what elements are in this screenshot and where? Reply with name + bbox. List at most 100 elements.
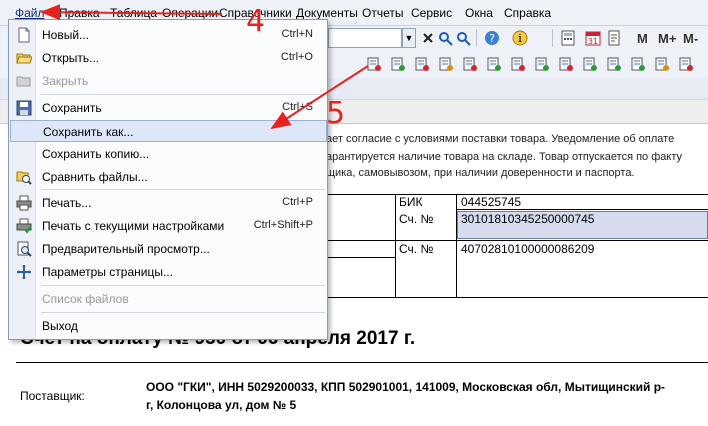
account-label: Сч. №	[399, 242, 434, 256]
clear-search-icon[interactable]	[420, 30, 436, 46]
menu-reports[interactable]: Отчеты	[362, 6, 403, 20]
menu-item-label: Закрыть	[42, 74, 89, 88]
doc-action-icon[interactable]	[558, 56, 574, 72]
supplier-details: г, Колонцова ул, дом № 5	[146, 398, 297, 412]
print-preview-icon	[17, 241, 32, 257]
doc-action-icon[interactable]	[534, 56, 550, 72]
menu-item-label: Печать...	[42, 196, 92, 210]
compare-files-icon	[16, 171, 32, 185]
step-number-label: 4	[246, 4, 266, 39]
menu-windows[interactable]: Окна	[465, 6, 493, 20]
memory-subtract-button[interactable]: M-	[683, 31, 698, 46]
menu-item-label: Сохранить копию...	[42, 147, 150, 161]
menu-item-save[interactable]: Сохранить Ctrl+S	[10, 97, 327, 119]
menu-service[interactable]: Сервис	[411, 6, 452, 20]
help-icon[interactable]: ?	[484, 30, 500, 46]
menu-item-shortcut: Ctrl+S	[282, 101, 313, 113]
title-divider	[16, 362, 708, 363]
menu-item-label: Параметры страницы...	[42, 265, 173, 279]
file-menu: Новый... Ctrl+N Открыть... Ctrl+O Закрыт…	[8, 19, 328, 340]
menu-separator	[41, 285, 325, 286]
menu-separator	[41, 312, 325, 313]
menu-item-new[interactable]: Новый... Ctrl+N	[10, 24, 327, 46]
doc-action-icon[interactable]	[462, 56, 478, 72]
menu-item-recent-files: Список файлов	[10, 288, 327, 310]
save-icon	[16, 100, 32, 116]
printer-icon	[16, 195, 32, 211]
menu-item-exit[interactable]: Выход	[10, 315, 327, 337]
quick-print-icon	[16, 218, 32, 234]
menu-item-shortcut: Ctrl+P	[282, 196, 313, 208]
grid-line	[326, 257, 396, 258]
grid-line	[456, 194, 457, 298]
menu-documents[interactable]: Документы	[296, 6, 358, 20]
close-folder-icon	[16, 76, 31, 87]
new-document-icon	[18, 27, 30, 43]
account-label: Сч. №	[399, 212, 434, 226]
menu-item-label: Печать с текущими настройками	[42, 219, 225, 233]
menu-item-label: Открыть...	[42, 51, 100, 65]
doc-action-icon[interactable]	[654, 56, 670, 72]
step-number-label: 5	[326, 96, 346, 131]
menu-item-save-copy[interactable]: Сохранить копию...	[10, 143, 327, 165]
toolbar-separator	[476, 29, 477, 47]
menu-item-close: Закрыть	[10, 70, 327, 92]
grid-line	[326, 240, 708, 241]
grid-line	[456, 209, 708, 210]
page-setup-icon	[17, 265, 31, 279]
bik-value: 044525745	[461, 195, 522, 209]
menu-item-label: Предварительный просмотр...	[42, 242, 210, 256]
info-icon[interactable]: i	[512, 30, 528, 46]
supplier-details: ООО "ГКИ", ИНН 5029200033, КПП 502901001…	[146, 380, 666, 394]
menu-item-quick-print[interactable]: Печать с текущими настройками Ctrl+Shift…	[10, 215, 327, 237]
menu-item-label: Сохранить как...	[43, 125, 134, 139]
doc-action-icon[interactable]	[678, 56, 694, 72]
open-folder-icon	[16, 53, 32, 64]
menu-item-compare-files[interactable]: Сравнить файлы...	[10, 166, 327, 188]
find-next-icon[interactable]	[456, 30, 472, 46]
search-combobox[interactable]	[328, 28, 402, 48]
svg-text:i: i	[518, 32, 522, 45]
settlement-account-value: 40702810100000086209	[461, 242, 595, 256]
menu-separator	[41, 94, 325, 95]
doc-action-icon[interactable]	[582, 56, 598, 72]
memory-add-button[interactable]: M+	[658, 31, 676, 46]
doc-action-icon[interactable]	[606, 56, 622, 72]
correspondent-account-value[interactable]: 30101810345250000745	[461, 212, 594, 226]
bik-label: БИК	[399, 195, 423, 209]
menu-item-label: Новый...	[42, 28, 90, 42]
doc-action-icon[interactable]	[630, 56, 646, 72]
toolbar-separator	[552, 29, 553, 47]
svg-text:?: ?	[489, 32, 495, 45]
find-previous-icon[interactable]	[438, 30, 454, 46]
notice-line: ает согласие с условиями поставки товара…	[326, 133, 675, 145]
menu-item-print-preview[interactable]: Предварительный просмотр...	[10, 238, 327, 260]
menu-item-print[interactable]: Печать... Ctrl+P	[10, 192, 327, 214]
svg-text:31: 31	[588, 37, 598, 46]
chevron-down-icon[interactable]: ▼	[402, 28, 416, 48]
calendar-icon[interactable]: 31	[585, 30, 601, 46]
doc-action-icon[interactable]	[438, 56, 454, 72]
menu-item-label: Сравнить файлы...	[42, 170, 148, 184]
doc-action-icon[interactable]	[486, 56, 502, 72]
menu-edit[interactable]: Правка	[59, 6, 100, 20]
menu-item-save-as[interactable]: Сохранить как...	[10, 120, 327, 142]
menu-table[interactable]: Таблица	[110, 6, 157, 20]
doc-action-icon[interactable]	[366, 56, 382, 72]
menu-item-open[interactable]: Открыть... Ctrl+O	[10, 47, 327, 69]
notice-line: арантируется наличие товара на складе. Т…	[326, 151, 682, 163]
grid-line	[395, 194, 396, 298]
calculator-icon[interactable]	[560, 30, 576, 46]
supplier-label: Поставщик:	[20, 389, 85, 403]
doc-action-icon[interactable]	[414, 56, 430, 72]
memory-store-button[interactable]: M	[637, 31, 648, 46]
menu-help[interactable]: Справка	[504, 6, 551, 20]
menu-item-label: Список файлов	[42, 292, 129, 306]
doc-action-icon[interactable]	[510, 56, 526, 72]
notice-line: щика, самовывозом, при наличии доверенно…	[326, 167, 635, 179]
memo-icon[interactable]	[606, 30, 622, 46]
menu-item-page-setup[interactable]: Параметры страницы...	[10, 261, 327, 283]
menu-operations[interactable]: Операции	[162, 6, 218, 20]
menu-file[interactable]: Файл	[15, 6, 45, 20]
doc-action-icon[interactable]	[390, 56, 406, 72]
